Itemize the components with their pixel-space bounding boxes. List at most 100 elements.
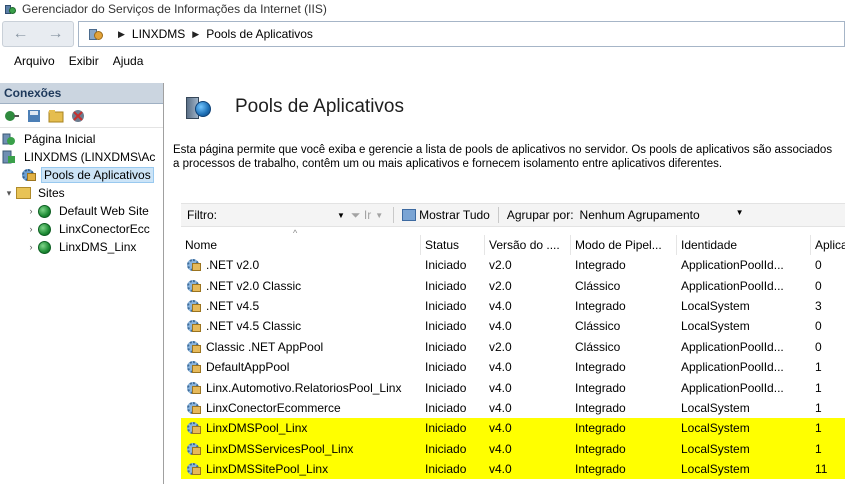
tree-label: LinxConectorEcc (59, 222, 150, 236)
cell-status: Iniciado (425, 380, 467, 395)
col-header-identity[interactable]: Identidade (677, 235, 811, 255)
menu-exibir[interactable]: Exibir (69, 54, 99, 68)
cell-version: v4.0 (489, 441, 512, 456)
pool-name: LinxDMSServicesPool_Linx (206, 441, 354, 456)
pool-name: Classic .NET AppPool (206, 339, 324, 354)
table-row[interactable]: DefaultAppPool Iniciado v4.0 Integrado Appli… (181, 357, 845, 377)
cell-applications: 11 (815, 462, 828, 477)
tree-node-server[interactable]: LINXDMS (LINXDMS\Ac (0, 148, 163, 166)
col-header-pipeline-mode[interactable]: Modo de Pipel... (571, 235, 677, 255)
globe-icon (38, 204, 51, 218)
tree-node-sites[interactable]: ▾ Sites (0, 184, 163, 202)
forward-arrow-icon[interactable]: → (48, 25, 64, 43)
table-row[interactable]: .NET v2.0 Iniciado v2.0 Integrado Applicatio… (181, 255, 845, 275)
filter-go-button[interactable]: ⏷ Ir (351, 208, 371, 223)
cell-name: .NET v4.5 (181, 296, 421, 316)
col-header-applications[interactable]: Aplica (811, 235, 845, 255)
chevron-down-icon[interactable]: ▼ (375, 211, 383, 220)
cell-applications: 1 (815, 441, 822, 456)
cell-applications: 1 (815, 400, 822, 415)
cell-identity: LocalSystem (681, 298, 750, 313)
col-header-status[interactable]: Status (421, 235, 485, 255)
cell-pipeline-mode: Integrado (575, 360, 626, 375)
chevron-right-icon[interactable]: › (26, 224, 36, 234)
breadcrumb-app-pools[interactable]: Pools de Aplicativos (206, 27, 313, 41)
table-row[interactable]: LinxConectorEcommerce Iniciado v4.0 Integra… (181, 398, 845, 418)
chevron-right-icon[interactable]: ▶ (118, 29, 125, 40)
connections-pane: Conexões Página Inicial LINXDMS (LINXDMS… (0, 83, 164, 484)
cell-version: v2.0 (489, 258, 512, 273)
cell-version: v4.0 (489, 319, 512, 334)
table-row[interactable]: .NET v4.5 Classic Iniciado v4.0 Clássico Loc… (181, 316, 845, 336)
show-all-label: Mostrar Tudo (419, 208, 490, 222)
breadcrumb[interactable]: ▶ LINXDMS ▶ Pools de Aplicativos (78, 21, 845, 47)
cell-version: v4.0 (489, 380, 512, 395)
connections-header: Conexões (0, 83, 163, 104)
menu-ajuda[interactable]: Ajuda (113, 54, 144, 68)
cell-status: Iniciado (425, 360, 467, 375)
chevron-down-icon[interactable]: ▼ (337, 211, 345, 220)
table-row[interactable]: LinxDMSPool_Linx Iniciado v4.0 Integrado Loc… (181, 418, 845, 439)
table-row[interactable]: .NET v4.5 Iniciado v4.0 Integrado LocalSyste… (181, 296, 845, 316)
sort-indicator-icon: ^ (293, 228, 298, 238)
cell-version: v4.0 (489, 360, 512, 375)
table-row[interactable]: Classic .NET AppPool Iniciado v2.0 Clássico… (181, 337, 845, 357)
tree-label: Default Web Site (59, 204, 149, 218)
cell-status: Iniciado (425, 298, 467, 313)
group-by-select[interactable]: Nenhum Agrupamento ▼ (580, 208, 750, 222)
tree-node-linxconector[interactable]: › LinxConectorEcc (0, 220, 163, 238)
cell-pipeline-mode: Integrado (575, 400, 626, 415)
app-pool-icon (187, 421, 203, 435)
save-icon[interactable] (26, 108, 42, 124)
pool-name: .NET v2.0 (206, 258, 260, 273)
cell-status: Iniciado (425, 462, 467, 477)
breadcrumb-server[interactable]: LINXDMS (132, 27, 185, 41)
cell-applications: 3 (815, 298, 822, 313)
cell-version: v4.0 (489, 298, 512, 313)
page-title: Pools de Aplicativos (235, 96, 404, 117)
cell-pipeline-mode: Clássico (575, 278, 621, 293)
main-pane: Pools de Aplicativos Esta página permite… (165, 83, 845, 484)
app-pool-icon (187, 319, 203, 333)
cell-applications: 1 (815, 360, 822, 375)
table-row[interactable]: .NET v2.0 Classic Iniciado v2.0 Clássico App… (181, 275, 845, 295)
cell-applications: 0 (815, 258, 822, 273)
table-row[interactable]: LinxDMSServicesPool_Linx Iniciado v4.0 Inte… (181, 438, 845, 459)
pool-name: LinxDMSPool_Linx (206, 421, 308, 436)
table-row[interactable]: Linx.Automotivo.RelatoriosPool_Linx Inici… (181, 377, 845, 397)
cell-name: Classic .NET AppPool (181, 337, 421, 357)
window-title: Gerenciador do Serviços de Informações d… (22, 2, 327, 16)
cell-status: Iniciado (425, 421, 467, 436)
open-folder-icon[interactable] (48, 108, 64, 124)
cell-name: DefaultAppPool (181, 357, 421, 377)
cell-version: v4.0 (489, 421, 512, 436)
cell-applications: 0 (815, 319, 822, 334)
disconnect-icon[interactable] (70, 108, 86, 124)
cell-name: LinxDMSServicesPool_Linx (181, 439, 421, 459)
globe-icon (38, 240, 51, 254)
connect-icon[interactable] (4, 108, 20, 124)
col-header-name[interactable]: Nome (181, 235, 421, 255)
tree-node-app-pools[interactable]: Pools de Aplicativos (0, 166, 163, 184)
col-header-version[interactable]: Versão do .... (485, 235, 571, 255)
chevron-right-icon[interactable]: ▶ (192, 29, 199, 40)
separator (497, 207, 499, 223)
tree-node-default-web-site[interactable]: › Default Web Site (0, 202, 163, 220)
back-arrow-icon[interactable]: ← (13, 25, 29, 43)
chevron-right-icon[interactable]: › (26, 242, 36, 252)
cell-applications: 0 (815, 339, 822, 354)
chevron-down-icon[interactable]: ▾ (4, 188, 14, 199)
table-body: .NET v2.0 Iniciado v2.0 Integrado Applicatio… (181, 255, 845, 480)
chevron-right-icon[interactable]: › (26, 206, 36, 216)
menu-arquivo[interactable]: Arquivo (14, 54, 55, 68)
cell-applications: 1 (815, 421, 822, 436)
pool-name: LinxDMSSitePool_Linx (206, 462, 329, 477)
cell-pipeline-mode: Integrado (575, 462, 626, 477)
tree-node-start-page[interactable]: Página Inicial (0, 130, 163, 148)
tree-label: LinxDMS_Linx (59, 240, 137, 254)
pool-name: .NET v2.0 Classic (206, 278, 302, 293)
table-row[interactable]: LinxDMSSitePool_Linx Iniciado v4.0 Integrad… (181, 458, 845, 480)
cell-identity: ApplicationPoolId... (681, 339, 784, 354)
tree-node-linxdms-linx[interactable]: › LinxDMS_Linx (0, 238, 163, 256)
show-all-button[interactable]: Mostrar Tudo (398, 208, 494, 222)
